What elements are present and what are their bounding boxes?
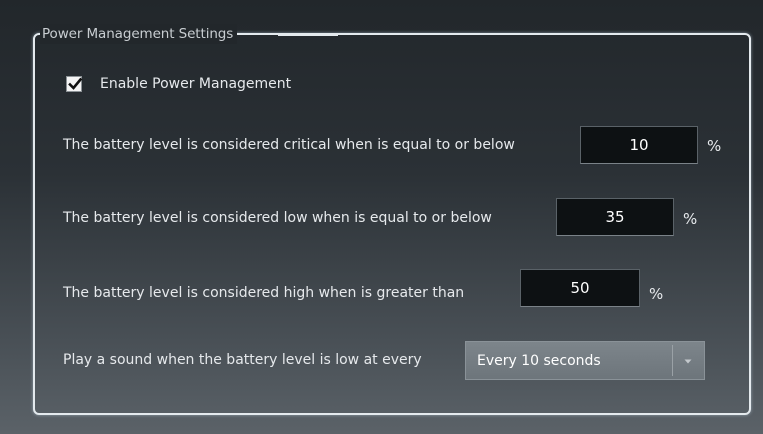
high-level-unit: % [649, 285, 664, 303]
low-level-input[interactable] [556, 198, 674, 236]
groupbox-title-line [278, 33, 338, 36]
critical-level-input[interactable] [580, 126, 698, 164]
high-level-input[interactable] [520, 269, 640, 307]
high-level-label: The battery level is considered high whe… [63, 285, 465, 301]
sound-interval-label: Play a sound when the battery level is l… [63, 352, 422, 368]
check-icon [68, 77, 83, 90]
dropdown-divider [672, 345, 673, 376]
low-level-unit: % [683, 210, 698, 228]
enable-power-management-checkbox[interactable] [66, 76, 83, 92]
enable-power-management-label[interactable]: Enable Power Management [100, 74, 291, 94]
chevron-down-icon[interactable] [680, 353, 696, 369]
critical-level-unit: % [707, 137, 722, 155]
low-level-label: The battery level is considered low when… [63, 210, 492, 226]
sound-interval-dropdown[interactable]: Every 10 seconds [465, 341, 705, 380]
groupbox-title: Power Management Settings [40, 24, 238, 44]
power-management-panel: Power Management Settings Enable Power M… [0, 0, 763, 434]
sound-interval-selected-value: Every 10 seconds [477, 353, 601, 369]
critical-level-label: The battery level is considered critical… [63, 137, 515, 153]
